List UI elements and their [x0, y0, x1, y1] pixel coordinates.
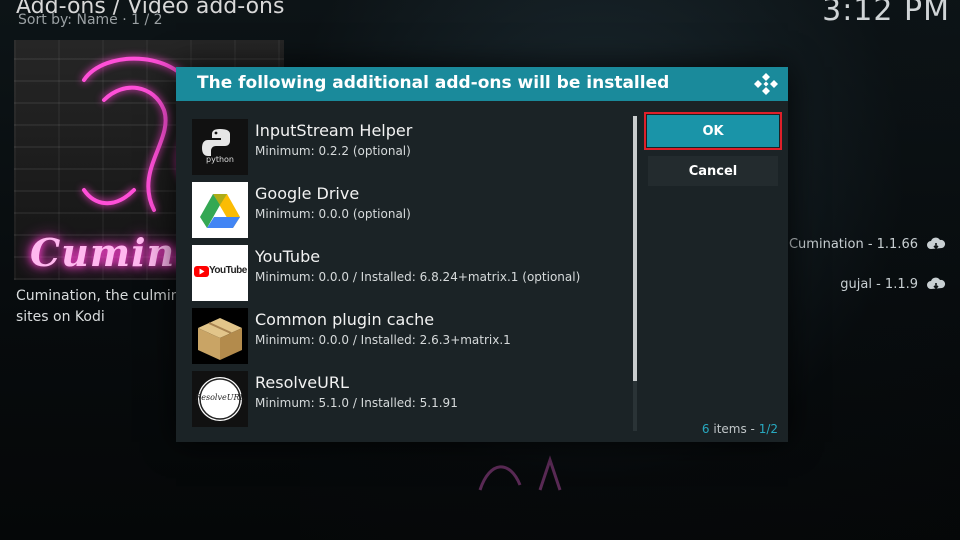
cancel-button[interactable]: Cancel — [648, 156, 778, 186]
page-indicator: 1/2 — [758, 422, 778, 436]
google-drive-icon — [192, 182, 248, 238]
item-detail: Minimum: 0.0.0 / Installed: 6.8.24+matri… — [255, 270, 581, 284]
sort-indicator[interactable]: Sort by: Name · 1 / 2 — [18, 12, 163, 28]
ok-button[interactable]: OK — [644, 112, 782, 150]
youtube-wordmark: YouTube — [209, 265, 247, 276]
item-name: Common plugin cache — [255, 310, 435, 329]
item-name: InputStream Helper — [255, 121, 413, 140]
list-item-label: gujal - 1.1.9 — [840, 276, 918, 292]
install-dependencies-dialog: The following additional add-ons will be… — [176, 67, 788, 442]
addon-dependency-list: python InputStream Helper Minimum: 0.2.2… — [191, 116, 627, 431]
clock: 3:12 PM — [822, 0, 950, 28]
cloud-download-icon — [927, 277, 946, 290]
dialog-title: The following additional add-ons will be… — [197, 73, 670, 93]
item-detail: Minimum: 0.0.0 (optional) — [255, 207, 411, 221]
kodi-logo-icon — [754, 73, 778, 95]
item-counter: 6 items - 1/2 — [702, 422, 778, 436]
addon-description: Cumination, the culmina sites on Kodi — [16, 288, 189, 325]
scrollbar-thumb[interactable] — [633, 116, 637, 381]
box-icon — [192, 308, 248, 364]
item-detail: Minimum: 0.2.2 (optional) — [255, 144, 411, 158]
item-name: YouTube — [255, 247, 321, 266]
list-item[interactable]: YouTube YouTube Minimum: 0.0.0 / Install… — [191, 242, 627, 304]
item-detail: Minimum: 0.0.0 / Installed: 2.6.3+matrix… — [255, 333, 511, 347]
dialog-header: The following additional add-ons will be… — [176, 67, 788, 101]
list-item[interactable]: ResolveURL ResolveURL Minimum: 5.1.0 / I… — [191, 368, 627, 430]
item-count: 6 — [701, 422, 710, 436]
list-item[interactable]: python InputStream Helper Minimum: 0.2.2… — [191, 116, 627, 178]
item-name: Google Drive — [255, 184, 360, 203]
item-name: ResolveURL — [255, 373, 349, 392]
neon-decoration — [478, 455, 562, 491]
list-scrollbar[interactable] — [633, 116, 637, 431]
python-icon: python — [192, 119, 248, 175]
python-icon-text: python — [206, 155, 234, 164]
youtube-icon: YouTube — [192, 245, 248, 301]
item-count-label: items - — [709, 422, 759, 436]
list-item[interactable]: Google Drive Minimum: 0.0.0 (optional) — [191, 179, 627, 241]
resolveurl-wordmark: ResolveURL — [195, 393, 245, 402]
item-detail: Minimum: 5.1.0 / Installed: 5.1.91 — [255, 396, 458, 410]
list-item[interactable]: Common plugin cache Minimum: 0.0.0 / Ins… — [191, 305, 627, 367]
cloud-download-icon — [927, 237, 946, 250]
list-item-label: Cumination - 1.1.66 — [788, 236, 918, 252]
resolveurl-icon: ResolveURL — [192, 371, 248, 427]
